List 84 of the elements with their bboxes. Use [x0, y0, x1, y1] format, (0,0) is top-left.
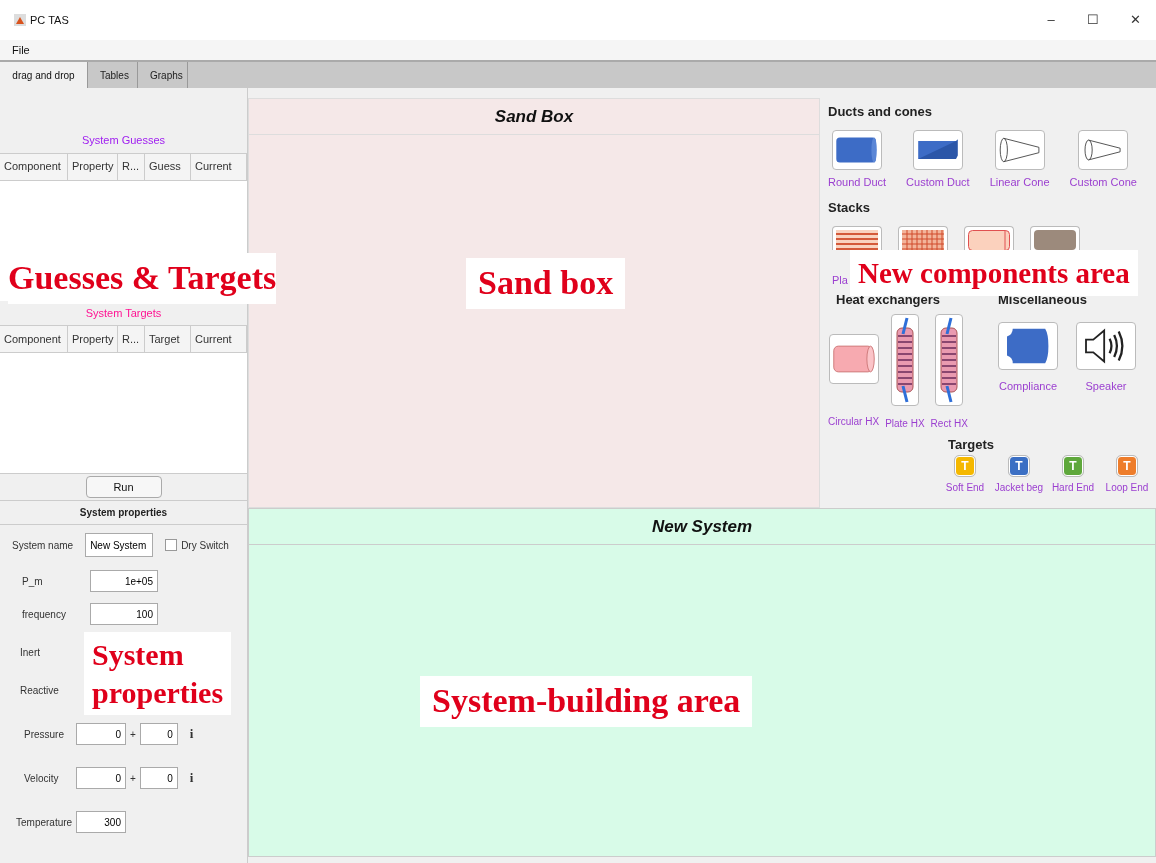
input-field[interactable]: 0 [139, 767, 178, 789]
imaginary-unit: i [189, 769, 194, 788]
input-field[interactable]: 300 [76, 811, 126, 833]
target-tile[interactable]: T [1009, 456, 1029, 476]
plus-sign: + [130, 771, 136, 786]
section-title: System Targets [84, 305, 163, 321]
column-header: Target [145, 326, 191, 352]
input-field[interactable]: 0 [139, 723, 178, 745]
section-title: System Guesses [80, 133, 167, 148]
section-title: Ducts and cones [828, 103, 934, 121]
input-field[interactable]: 0 [76, 767, 126, 789]
component-label: Round Duct [828, 174, 887, 190]
plus-sign: + [130, 727, 136, 742]
component-tile[interactable] [964, 225, 1014, 250]
window-control[interactable]: ✕ [1114, 0, 1156, 40]
annotation-label: System properties [84, 632, 232, 715]
column-header: Current [191, 153, 247, 180]
annotation-label: Sand box [466, 258, 626, 309]
component-tile[interactable] [832, 225, 882, 250]
component-label: Linear Cone [989, 174, 1050, 190]
component-tile[interactable] [998, 321, 1058, 370]
column-header: Property [68, 153, 118, 180]
annotation-label: Guesses & Targets [8, 253, 277, 304]
component-tile[interactable] [1076, 321, 1136, 370]
column-header: Current [191, 326, 247, 352]
component-tile[interactable] [828, 333, 879, 384]
component-tile[interactable] [1078, 129, 1129, 170]
tab[interactable]: drag and drop [0, 62, 88, 88]
component-label: Speaker [1085, 378, 1127, 394]
field-label: Pressure [24, 727, 65, 742]
plate-stack-icon [836, 229, 878, 250]
grid-stack-icon [902, 229, 944, 250]
field-label: System name [12, 538, 74, 553]
field-label: frequency [22, 607, 67, 622]
component-label: Custom Duct [906, 174, 970, 190]
component-tile[interactable] [935, 313, 964, 406]
panel-title: Sand Box [249, 99, 819, 135]
dry-switch-checkbox[interactable]: Dry Switch [165, 537, 229, 553]
field-label: Inert [20, 645, 40, 660]
field-label: P_m [22, 574, 44, 589]
section-title: System properties [0, 501, 247, 525]
component-label: Soft End [945, 481, 985, 495]
column-header: Component [0, 153, 68, 180]
field-label: Velocity [24, 771, 60, 786]
column-header: Guess [145, 153, 191, 180]
component-tile[interactable] [912, 129, 963, 170]
column-header: Component [0, 326, 68, 352]
component-tile[interactable] [994, 129, 1045, 170]
section-title: Targets [948, 435, 995, 454]
component-label: Loop End [1105, 481, 1149, 495]
component-label: Rect HX [930, 416, 968, 431]
circular-stack-icon [968, 229, 1010, 250]
component-tile[interactable] [890, 313, 919, 406]
field-label: Reactive [20, 683, 59, 698]
section-title: Stacks [828, 199, 871, 217]
input-field[interactable]: 1e+05 [90, 570, 158, 592]
component-label: Custom Cone [1069, 174, 1137, 190]
app-icon [14, 14, 26, 26]
window-title: PC TAS [30, 12, 69, 28]
component-tile[interactable] [898, 225, 948, 250]
column-header: R... [118, 326, 145, 352]
run-button[interactable]: Run [85, 476, 162, 498]
input-field[interactable]: 0 [76, 723, 126, 745]
component-tile[interactable] [1030, 225, 1080, 250]
component-label: Plate HX [885, 416, 925, 431]
menu-item[interactable]: File [0, 41, 42, 59]
annotation-label: System-building area [420, 676, 753, 727]
component-label: Jacket beg [994, 481, 1044, 495]
window-control[interactable]: – [1030, 0, 1072, 40]
component-label: Hard End [1051, 481, 1095, 495]
field-label: Temperature [16, 815, 74, 830]
input-field[interactable]: New System [85, 533, 154, 557]
input-field[interactable]: 100 [90, 603, 158, 625]
component-label: Circular HX [828, 414, 880, 429]
panel-title: New System [249, 509, 1155, 545]
component-label: Compliance [998, 378, 1058, 394]
imaginary-unit: i [189, 725, 194, 744]
annotation-label: New components area [850, 250, 1138, 297]
column-header: Property [68, 326, 118, 352]
component-label: Pla [832, 272, 848, 288]
column-header: R... [118, 153, 145, 180]
component-tile[interactable] [832, 129, 883, 170]
porous-stack-icon [1034, 229, 1076, 250]
window-control[interactable]: ☐ [1072, 0, 1114, 40]
